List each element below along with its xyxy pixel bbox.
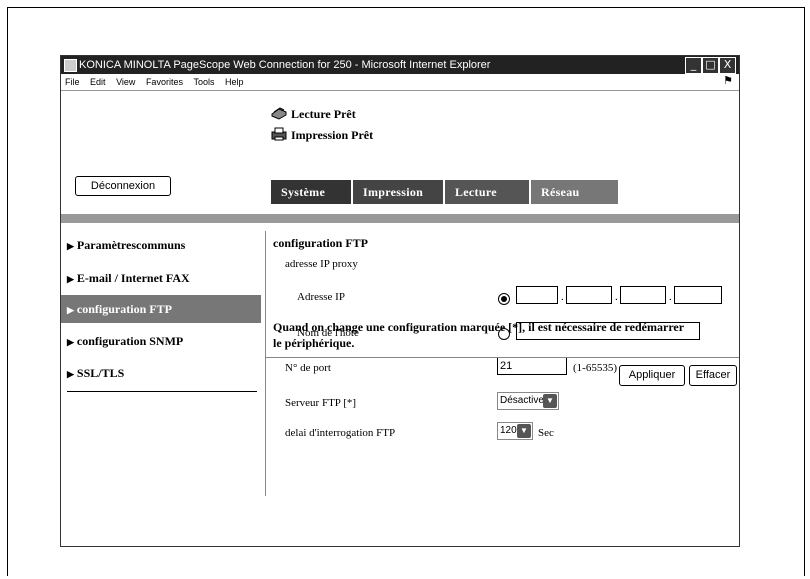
ip-dot: . [615,291,618,303]
menu-help[interactable]: Help [225,77,244,87]
arrow-right-icon: ▶ [67,337,74,347]
menu-tools[interactable]: Tools [193,77,214,87]
sidebar-item-label: configuration SNMP [76,334,184,348]
apply-button[interactable]: Appliquer [619,365,685,386]
scan-status-text: Lecture Prêt [291,107,356,121]
port-range: (1-65535) [573,362,617,374]
maximize-button[interactable]: □ [702,57,719,74]
menu-file[interactable]: File [65,77,80,87]
ip-octet-2[interactable] [566,286,612,304]
chevron-down-icon: ▼ [517,424,531,438]
arrow-right-icon: ▶ [67,305,74,315]
sidebar-item-label: Paramètrescommuns [76,238,186,252]
sidebar-item-ssl-tls[interactable]: ▶ SSL/TLS [61,359,261,387]
port-label: N° de port [285,362,331,374]
ip-radio[interactable] [498,293,510,305]
column-divider [265,231,266,496]
window-title: KONICA MINOLTA PageScope Web Connection … [79,59,491,71]
title-bar: KONICA MINOLTA PageScope Web Connection … [61,56,739,74]
chevron-down-icon: ▼ [543,394,557,408]
sidebar-divider [67,391,257,392]
scan-status: Lecture Prêt [271,106,356,122]
page-content: Lecture Prêt Impression Prêt Déconnexion… [61,91,739,546]
menu-edit[interactable]: Edit [90,77,106,87]
arrow-right-icon: ▶ [67,369,74,379]
tab-reseau[interactable]: Réseau [531,180,618,204]
windows-logo-icon: ⚑ [723,75,733,87]
sidebar-item-snmp[interactable]: ▶ configuration SNMP [61,327,261,355]
sidebar-item-label: E-mail / Internet FAX [76,271,190,285]
main-tabs: Système Impression Lecture Réseau [271,180,620,204]
tab-impression[interactable]: Impression [353,180,443,204]
sidebar-item-ftp[interactable]: ▶ configuration FTP [61,295,261,323]
menu-favorites[interactable]: Favorites [146,77,183,87]
sidebar-item-parametres-communs[interactable]: ▶ Paramètrescommuns [61,231,261,259]
delay-select-value: 120 [500,425,517,436]
ip-octet-1[interactable] [516,286,558,304]
server-label: Serveur FTP [*] [285,397,357,409]
browser-window: KONICA MINOLTA PageScope Web Connection … [60,55,740,547]
ip-octet-4[interactable] [674,286,722,304]
sidebar-item-label: SSL/TLS [76,366,125,380]
arrow-right-icon: ▶ [67,241,74,251]
separator-bar [61,214,739,223]
server-select-value: Désactiver [500,395,548,406]
ip-octet-3[interactable] [620,286,666,304]
logout-button[interactable]: Déconnexion [75,176,171,196]
delay-select[interactable]: 120 ▼ [497,422,533,440]
delay-label: delai d'interrogation FTP [285,427,396,439]
minimize-button[interactable]: _ [685,57,702,74]
tab-lecture[interactable]: Lecture [445,180,529,204]
scanner-icon [271,107,287,120]
section-title: configuration FTP [273,236,368,250]
tab-systeme[interactable]: Système [271,180,351,204]
menu-view[interactable]: View [116,77,135,87]
print-status: Impression Prêt [271,127,373,143]
ie-icon [64,59,77,72]
menu-bar: File Edit View Favorites Tools Help ⚑ [61,74,739,91]
print-status-text: Impression Prêt [291,128,374,142]
bottom-divider [265,357,739,358]
printer-icon [271,127,287,141]
delay-unit: Sec [538,427,554,439]
sidebar-item-email-fax[interactable]: ▶ E-mail / Internet FAX [61,264,261,292]
restart-note: Quand on change une configuration marqué… [273,320,684,350]
arrow-right-icon: ▶ [67,274,74,284]
server-select[interactable]: Désactiver ▼ [497,392,559,410]
ip-label: Adresse IP [297,291,345,303]
port-input[interactable] [497,357,567,375]
sidebar-item-label: configuration FTP [76,302,172,316]
close-button[interactable]: X [719,57,736,74]
proxy-label: adresse IP proxy [285,258,358,270]
clear-button[interactable]: Effacer [689,365,737,386]
ip-dot: . [669,291,672,303]
ip-dot: . [561,291,564,303]
